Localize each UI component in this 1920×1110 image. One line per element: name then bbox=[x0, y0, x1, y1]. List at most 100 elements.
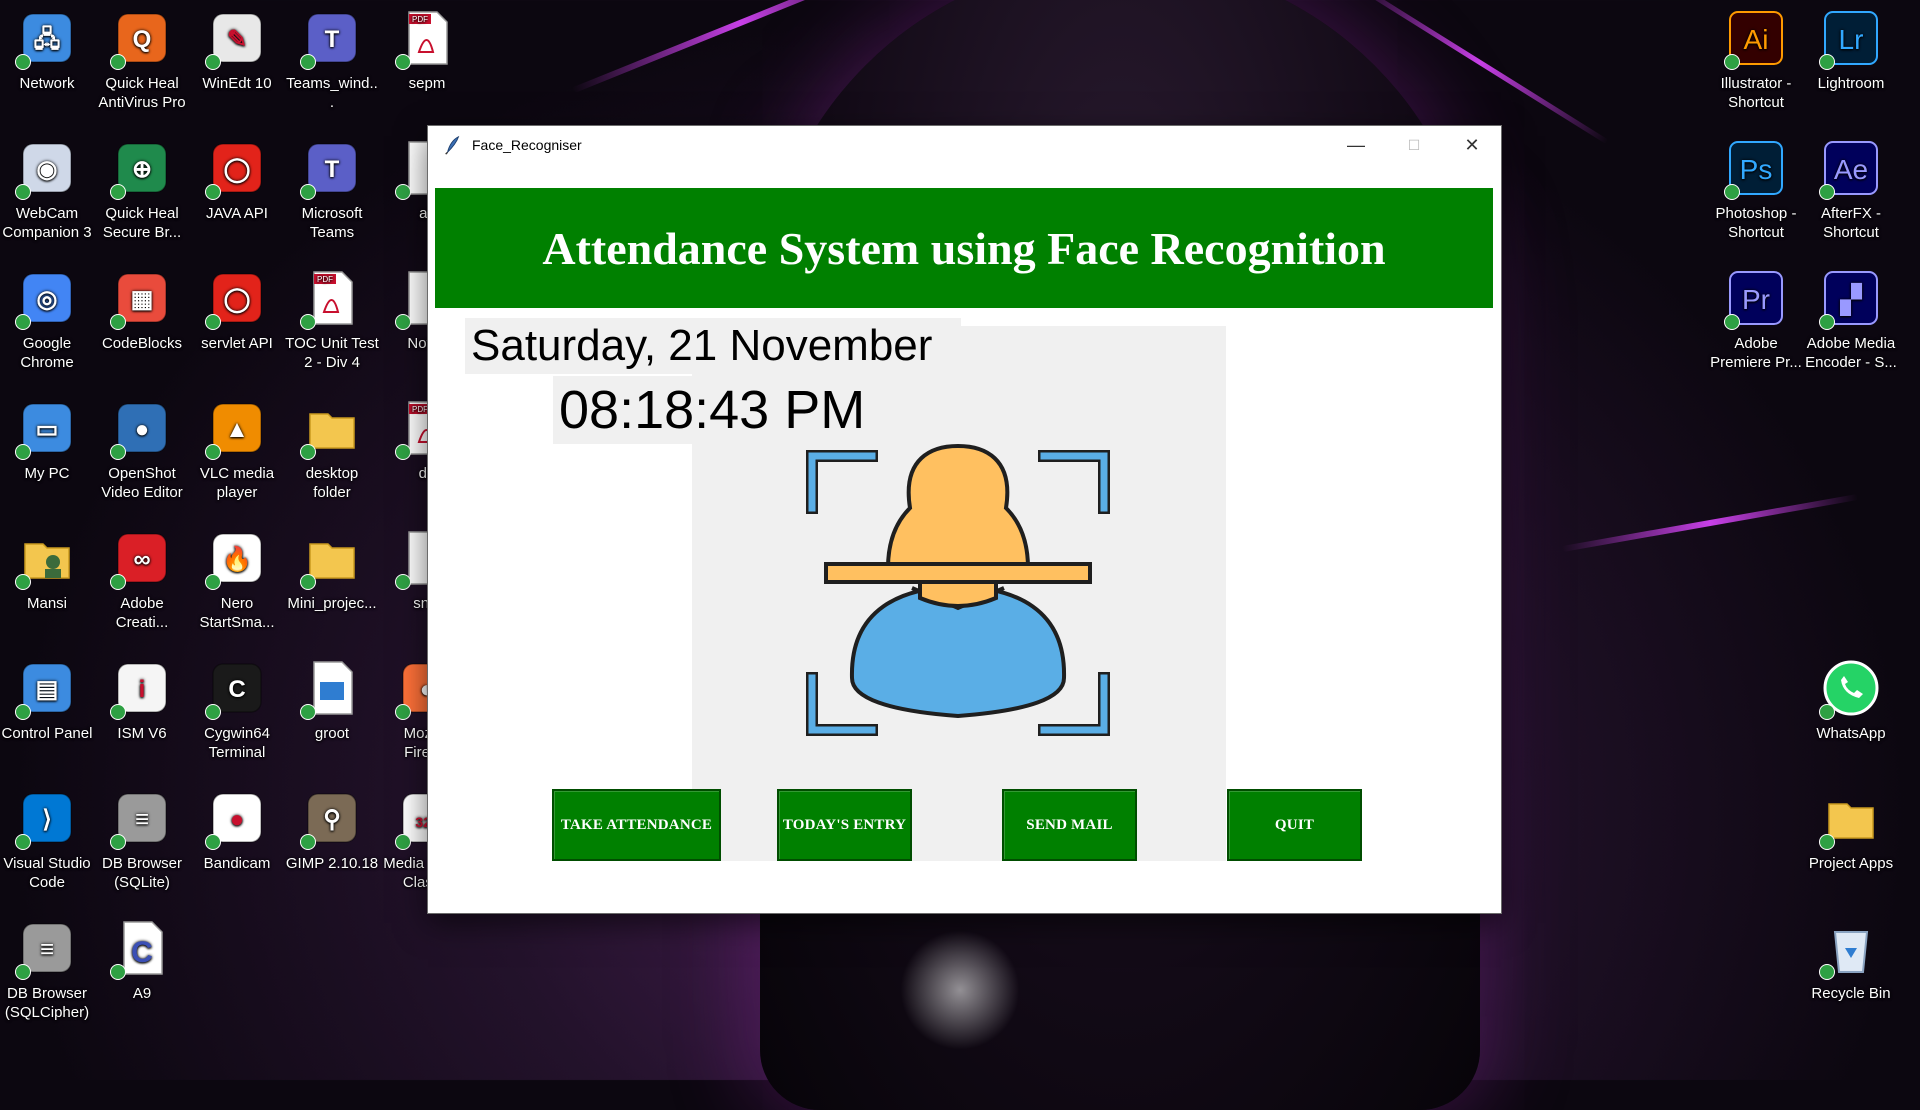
desktop-icon-label: WebCam Companion 3 bbox=[2, 205, 92, 241]
vscode-icon: ⟩ bbox=[15, 788, 77, 850]
desktop-icon-control-panel[interactable]: ▤ Control Panel bbox=[0, 650, 94, 778]
desktop-icon-adobe-cc[interactable]: ∞ Adobe Creati... bbox=[95, 520, 189, 648]
svg-text:⊕: ⊕ bbox=[132, 156, 152, 183]
desktop-icon-recycle-bin[interactable]: Recycle Bin bbox=[1804, 910, 1898, 1038]
desktop-icon-whatsapp[interactable]: WhatsApp bbox=[1804, 650, 1898, 778]
face-recogniser-window[interactable]: Face_Recogniser — ☐ ✕ Attendance System … bbox=[428, 126, 1501, 913]
desktop-icon-codeblocks[interactable]: ▦ CodeBlocks bbox=[95, 260, 189, 388]
svg-text:C: C bbox=[131, 936, 153, 969]
desktop-icon-folder[interactable]: desktop folder bbox=[285, 390, 379, 518]
svg-text:◯: ◯ bbox=[224, 156, 251, 184]
desktop-icon-label: servlet API bbox=[201, 335, 273, 352]
desktop-icon-media-encoder[interactable]: ▞ Adobe Media Encoder - S... bbox=[1804, 260, 1898, 388]
sync-status-icon bbox=[205, 574, 221, 590]
sync-status-icon bbox=[395, 704, 411, 720]
desktop-icon-label: Project Apps bbox=[1808, 855, 1894, 872]
sync-status-icon bbox=[300, 834, 316, 850]
desktop-icon-label: Network bbox=[19, 75, 75, 92]
desktop-icon-user-folder[interactable]: Mansi bbox=[0, 520, 94, 648]
close-button[interactable]: ✕ bbox=[1443, 126, 1501, 164]
desktop-icon-chrome[interactable]: ◎ Google Chrome bbox=[0, 260, 94, 388]
desktop-icon-folder[interactable]: Project Apps bbox=[1804, 780, 1898, 908]
take-attendance-button[interactable]: TAKE ATTENDANCE bbox=[552, 789, 721, 861]
aftereffects-icon: Ae bbox=[1819, 138, 1881, 200]
desktop-icon-bandicam[interactable]: ● Bandicam bbox=[190, 780, 284, 908]
sync-status-icon bbox=[110, 704, 126, 720]
svg-text:●: ● bbox=[230, 806, 245, 833]
nero-icon: 🔥 bbox=[205, 528, 267, 590]
send-mail-button[interactable]: SEND MAIL bbox=[1002, 789, 1137, 861]
todays-entry-button[interactable]: TODAY'S ENTRY bbox=[777, 789, 912, 861]
desktop-icon-webcam[interactable]: ◉ WebCam Companion 3 bbox=[0, 130, 94, 258]
wallpaper-light bbox=[900, 930, 1020, 1050]
svg-text:≡: ≡ bbox=[40, 936, 54, 963]
desktop-icon-lightroom[interactable]: Lr Lightroom bbox=[1804, 0, 1898, 128]
desktop-icon-oracle[interactable]: ◯ JAVA API bbox=[190, 130, 284, 258]
desktop-icon-nero[interactable]: 🔥 Nero StartSma... bbox=[190, 520, 284, 648]
sync-status-icon bbox=[15, 574, 31, 590]
desktop-icon-c-file[interactable]: C A9 bbox=[95, 910, 189, 1038]
teams-icon: T bbox=[300, 8, 362, 70]
minimize-button[interactable]: — bbox=[1327, 126, 1385, 164]
desktop-icon-computer[interactable]: ▭ My PC bbox=[0, 390, 94, 518]
date-label: Saturday, 21 November bbox=[465, 318, 961, 374]
desktop-icon-gimp[interactable]: ⚲ GIMP 2.10.18 bbox=[285, 780, 379, 908]
database-icon: ≡ bbox=[110, 788, 172, 850]
desktop-icon-label: DB Browser (SQLite) bbox=[101, 855, 183, 891]
desktop-icon-label: ISM V6 bbox=[117, 725, 167, 742]
desktop-icon-label: GIMP 2.10.18 bbox=[285, 855, 379, 872]
desktop-icon-teams[interactable]: T Teams_wind... bbox=[285, 0, 379, 128]
computer-icon: ▭ bbox=[15, 398, 77, 460]
desktop-icon-label: Nero StartSma... bbox=[199, 595, 275, 631]
sync-status-icon bbox=[205, 314, 221, 330]
desktop-icon-illustrator[interactable]: Ai Illustrator - Shortcut bbox=[1709, 0, 1803, 128]
desktop-icon-image[interactable]: groot bbox=[285, 650, 379, 778]
openshot-icon: ● bbox=[110, 398, 172, 460]
webcam-icon: ◉ bbox=[15, 138, 77, 200]
window-title: Face_Recogniser bbox=[472, 137, 582, 153]
sync-status-icon bbox=[1819, 704, 1835, 720]
desktop-icon-vscode[interactable]: ⟩ Visual Studio Code bbox=[0, 780, 94, 908]
desktop-icon-teams[interactable]: T Microsoft Teams bbox=[285, 130, 379, 258]
teams-icon: T bbox=[300, 138, 362, 200]
desktop-icon-quickheal[interactable]: Q Quick Heal AntiVirus Pro bbox=[95, 0, 189, 128]
desktop-icon-ism[interactable]: i ISM V6 bbox=[95, 650, 189, 778]
desktop-icon-network[interactable]: 🖧 Network bbox=[0, 0, 94, 128]
svg-text:T: T bbox=[325, 156, 340, 183]
desktop-icon-winedt[interactable]: ✎ WinEdt 10 bbox=[190, 0, 284, 128]
desktop-icon-label: DB Browser (SQLCipher) bbox=[4, 985, 90, 1021]
sync-status-icon bbox=[205, 54, 221, 70]
desktop-icon-vlc[interactable]: ▲ VLC media player bbox=[190, 390, 284, 518]
desktop-icon-openshot[interactable]: ● OpenShot Video Editor bbox=[95, 390, 189, 518]
illustrator-icon: Ai bbox=[1724, 8, 1786, 70]
desktop-icon-pdf[interactable]: PDF TOC Unit Test 2 - Div 4 bbox=[285, 260, 379, 388]
desktop-icon-folder[interactable]: Mini_projec... bbox=[285, 520, 379, 648]
sync-status-icon bbox=[110, 184, 126, 200]
desktop-icon-aftereffects[interactable]: Ae AfterFX - Shortcut bbox=[1804, 130, 1898, 258]
database-icon: ≡ bbox=[15, 918, 77, 980]
app-header: Attendance System using Face Recognition bbox=[435, 188, 1493, 308]
desktop-icon-photoshop[interactable]: Ps Photoshop - Shortcut bbox=[1709, 130, 1803, 258]
bandicam-icon: ● bbox=[205, 788, 267, 850]
svg-text:✎: ✎ bbox=[227, 26, 247, 53]
sync-status-icon bbox=[300, 704, 316, 720]
desktop-icon-label: JAVA API bbox=[206, 205, 268, 222]
desktop-icon-pdf[interactable]: PDF sepm bbox=[380, 0, 474, 128]
desktop-icon-terminal[interactable]: C Cygwin64 Terminal bbox=[190, 650, 284, 778]
desktop-icon-database[interactable]: ≡ DB Browser (SQLite) bbox=[95, 780, 189, 908]
desktop-icon-database[interactable]: ≡ DB Browser (SQLCipher) bbox=[0, 910, 94, 1038]
sync-status-icon bbox=[395, 834, 411, 850]
desktop-icon-premiere[interactable]: Pr Adobe Premiere Pr... bbox=[1709, 260, 1803, 388]
maximize-button[interactable]: ☐ bbox=[1385, 126, 1443, 164]
wallpaper-streak bbox=[1561, 493, 1859, 553]
sync-status-icon bbox=[110, 964, 126, 980]
desktop-icon-quickheal-browser[interactable]: ⊕ Quick Heal Secure Br... bbox=[95, 130, 189, 258]
quickheal-browser-icon: ⊕ bbox=[110, 138, 172, 200]
codeblocks-icon: ▦ bbox=[110, 268, 172, 330]
window-titlebar[interactable]: Face_Recogniser — ☐ ✕ bbox=[428, 126, 1501, 164]
quit-button[interactable]: QUIT bbox=[1227, 789, 1362, 861]
svg-text:🔥: 🔥 bbox=[222, 545, 252, 573]
vlc-icon: ▲ bbox=[205, 398, 267, 460]
network-icon: 🖧 bbox=[15, 8, 77, 70]
desktop-icon-oracle[interactable]: ◯ servlet API bbox=[190, 260, 284, 388]
